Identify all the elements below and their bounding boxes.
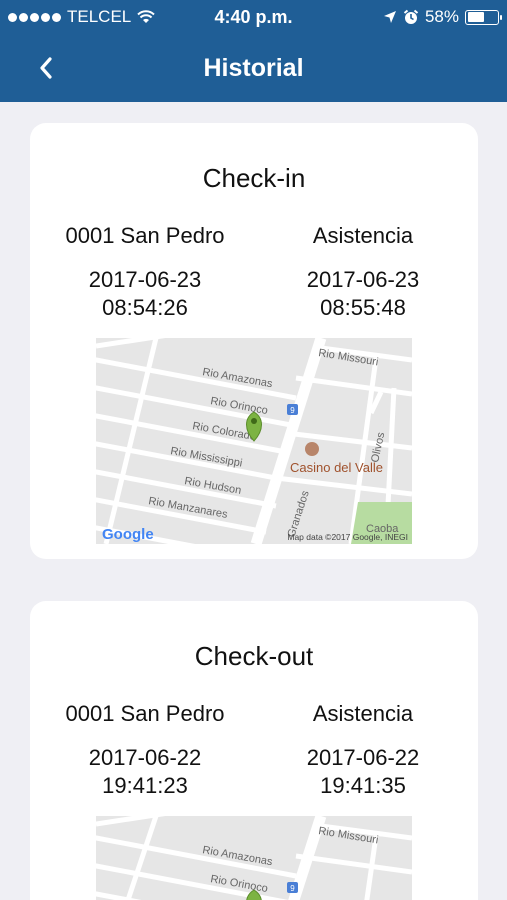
location-column: 0001 San Pedro 2017-06-23 08:54:26: [50, 222, 240, 322]
status-left: TELCEL: [8, 7, 188, 27]
battery-fill: [467, 12, 484, 22]
chevron-left-icon: [40, 57, 52, 79]
status-bar: TELCEL 4:40 p.m. 58%: [0, 0, 507, 34]
svg-text:9: 9: [290, 406, 295, 415]
carrier-name: TELCEL: [67, 7, 132, 26]
battery-icon: [465, 9, 502, 25]
card-title: Check-in: [202, 163, 306, 193]
page-title: Historial: [203, 53, 304, 82]
location-map[interactable]: 9 Rio Missouri Rio Amazonas Rio Orinoco …: [96, 338, 412, 544]
wifi-icon: [137, 10, 155, 23]
card-title: Check-out: [194, 641, 314, 671]
time-start: 19:41:23: [102, 773, 188, 798]
place-marker-icon: [305, 442, 319, 456]
location-name: 0001 San Pedro: [65, 701, 225, 726]
svg-text:9: 9: [290, 884, 295, 893]
battery-percent: 58%: [424, 7, 459, 26]
time-end: 19:41:35: [320, 773, 406, 798]
type-column: Asistencia 2017-06-22 19:41:35: [268, 700, 458, 800]
map-attribution: Map data ©2017 Google, INEGI: [287, 532, 408, 542]
location-column: 0001 San Pedro 2017-06-22 19:41:23: [50, 700, 240, 800]
date-start: 2017-06-23: [88, 267, 202, 292]
history-card-checkin[interactable]: Check-in 0001 San Pedro 2017-06-23 08:54…: [30, 123, 478, 559]
status-right: 58%: [319, 7, 502, 27]
location-map[interactable]: 9 Rio Missouri Rio Amazonas Rio Orinoco: [96, 816, 412, 900]
date-end: 2017-06-23: [306, 267, 420, 292]
record-type: Asistencia: [312, 701, 414, 726]
location-arrow-icon: [383, 11, 396, 23]
signal-dots-icon: [8, 12, 61, 22]
alarm-icon: [403, 9, 419, 24]
navigation-bar: Historial: [0, 34, 507, 102]
record-type: Asistencia: [312, 223, 414, 248]
type-column: Asistencia 2017-06-23 08:55:48: [268, 222, 458, 322]
map-place-label: Casino del Valle: [290, 460, 383, 475]
time-start: 08:54:26: [102, 295, 188, 320]
status-time: 4:40 p.m.: [214, 6, 293, 27]
history-card-checkout[interactable]: Check-out 0001 San Pedro 2017-06-22 19:4…: [30, 601, 478, 900]
location-name: 0001 San Pedro: [65, 223, 225, 248]
back-button[interactable]: [34, 54, 58, 82]
time-end: 08:55:48: [320, 295, 406, 320]
google-logo: Google: [102, 526, 154, 543]
date-end: 2017-06-22: [306, 745, 420, 770]
date-start: 2017-06-22: [88, 745, 202, 770]
